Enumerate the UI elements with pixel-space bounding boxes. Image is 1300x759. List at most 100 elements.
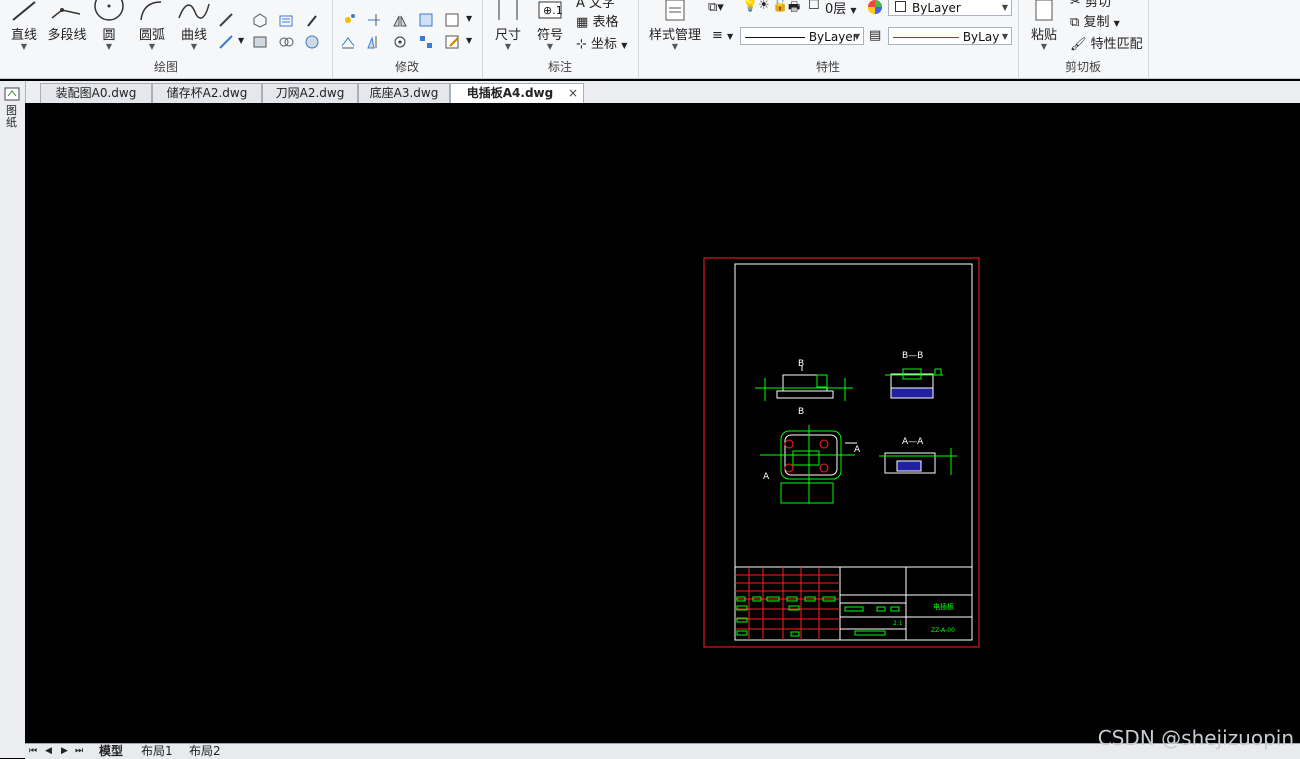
color-wheel-icon[interactable]: [867, 0, 883, 15]
paste-label: 粘贴: [1030, 28, 1057, 43]
section-label-aa: A—A: [902, 437, 924, 447]
title-part-code: ZZ-A-00: [931, 627, 955, 634]
section-mark-a-right: A: [854, 445, 861, 455]
layer-manager-icon[interactable]: ⧉▾: [708, 0, 724, 15]
mirror2-icon[interactable]: [392, 12, 408, 28]
lineweight-settings-icon[interactable]: ▤: [869, 28, 881, 43]
offset-icon[interactable]: [418, 12, 434, 28]
lightbulb-icon[interactable]: 💡: [742, 0, 758, 13]
tab-model[interactable]: 模型: [99, 744, 123, 758]
lineweight-select[interactable]: ByLay ▼: [888, 27, 1012, 45]
copy-icon: ⧉: [1070, 15, 1080, 30]
chevron-down-icon[interactable]: ▼: [238, 36, 244, 45]
lineweight-value: ByLay: [962, 30, 1000, 44]
chevron-down-icon: ▼: [850, 6, 857, 15]
svg-text:⊕.1: ⊕.1: [543, 4, 563, 17]
ray-icon[interactable]: [218, 12, 234, 28]
printer-icon: 🖶: [788, 0, 801, 15]
linetype-preview: [745, 37, 805, 38]
lineweight-preview: [893, 37, 959, 38]
layer-value: 0层: [825, 2, 847, 17]
trim-icon[interactable]: [366, 12, 382, 28]
edit-icon[interactable]: [444, 34, 460, 50]
paste-button[interactable]: 粘贴 ▼: [1026, 0, 1062, 51]
circle-button[interactable]: 圆 ▼: [92, 0, 126, 51]
polyline-button[interactable]: 多段线: [44, 0, 90, 43]
color-select[interactable]: ByLayer ▼: [888, 0, 1012, 16]
coords-button[interactable]: ⊹ 坐标 ▼: [576, 33, 627, 52]
copy-button[interactable]: ⧉ 复制 ▼: [1070, 11, 1120, 30]
layer-select[interactable]: 0层 ▼: [825, 0, 857, 17]
table-button[interactable]: ▦ 表格: [576, 11, 618, 30]
move-icon[interactable]: [340, 12, 356, 28]
style-manager-button[interactable]: 样式管理 ▼: [642, 0, 708, 51]
drawing-canvas[interactable]: B B B—B A A A—A 电插板 ZZ-A-00 2:1: [25, 103, 1300, 743]
front-view: [755, 366, 853, 401]
arc-button[interactable]: 圆弧 ▼: [132, 0, 172, 51]
tab-blade[interactable]: 刀网A2.dwg: [262, 83, 358, 103]
section-mark-b-bottom: B: [798, 407, 804, 417]
tab-layout2[interactable]: 布局2: [189, 744, 221, 758]
annotate-group: 尺寸 ▼ ⊕.1 符号 ▼ A 文字 ▦ 表格 ⊹ 坐标 ▼ 标注: [482, 0, 639, 78]
next-layout-button[interactable]: ▶: [61, 744, 68, 758]
chevron-down-icon[interactable]: ▼: [466, 14, 472, 23]
table-icon: ▦: [576, 15, 589, 30]
drawing-sheet-icon[interactable]: [4, 87, 20, 101]
tab-power-board[interactable]: 电插板A4.dwg ×: [450, 83, 584, 104]
tab-label: 储存杯A2.dwg: [166, 86, 248, 100]
lineweight-icon[interactable]: ≡ ▼: [712, 28, 733, 43]
chevron-down-icon: ▼: [1040, 42, 1048, 51]
match-properties-button[interactable]: 🖌 特性匹配: [1070, 33, 1143, 52]
mirror-icon[interactable]: [366, 34, 382, 50]
lock-icon: 🔓: [772, 0, 789, 13]
curve-icon: [178, 3, 210, 19]
annotate-group-label: 标注: [547, 60, 572, 74]
draw-group: 直线 ▼ 多段线 圆 ▼ 圆弧 ▼ 曲线 ▼ ▼ 绘图: [0, 0, 333, 78]
arc-icon: [140, 1, 162, 21]
point-icon[interactable]: [304, 12, 320, 28]
last-layout-button[interactable]: ⏭: [75, 744, 83, 758]
cut-button[interactable]: ✂ 剪切: [1070, 0, 1111, 10]
polygon-icon[interactable]: [252, 12, 268, 28]
symbol-button[interactable]: ⊕.1 符号 ▼: [532, 0, 568, 51]
chevron-down-icon[interactable]: ▼: [466, 36, 472, 45]
chevron-down-icon: ▼: [546, 42, 554, 51]
draw-group-label: 绘图: [153, 60, 178, 74]
table-label: 表格: [592, 15, 619, 30]
copy-object-icon[interactable]: [340, 34, 356, 50]
coords-label: 坐标: [591, 37, 618, 52]
section-mark-b-top: B: [798, 359, 804, 369]
clipboard-group: 粘贴 ▼ ✂ 剪切 ⧉ 复制 ▼ 🖌 特性匹配 剪切板: [1018, 0, 1149, 78]
tab-label: 刀网A2.dwg: [275, 86, 345, 100]
chevron-down-icon: ▼: [148, 42, 156, 51]
first-layout-button[interactable]: ⏮: [29, 744, 37, 758]
sheet-panel-label[interactable]: 图纸: [6, 105, 18, 129]
rotate-icon[interactable]: [392, 34, 408, 50]
curve-button[interactable]: 曲线 ▼: [174, 0, 214, 51]
properties-group: 样式管理 ▼ ⧉▾ 💡 ☀ 🔓 🖶 ☐ 0层 ▼ ByLayer ▼ ≡ ▼ By…: [638, 0, 1019, 78]
tab-cup[interactable]: 储存杯A2.dwg: [152, 83, 262, 103]
array-icon[interactable]: [418, 34, 434, 50]
tab-layout1[interactable]: 布局1: [141, 744, 173, 758]
close-icon[interactable]: ×: [568, 84, 578, 103]
polyline-icon: [51, 8, 81, 19]
wipeout-icon[interactable]: [304, 34, 320, 50]
circle-label: 圆: [102, 28, 116, 43]
tab-base[interactable]: 底座A3.dwg: [358, 83, 450, 103]
chevron-down-icon: ▼: [671, 42, 679, 51]
hatch-icon[interactable]: [278, 12, 294, 28]
region-icon[interactable]: [278, 34, 294, 50]
text-button[interactable]: A 文字: [576, 0, 615, 11]
dimension-button[interactable]: 尺寸 ▼: [490, 0, 526, 51]
explode-icon[interactable]: [444, 12, 460, 28]
line-button[interactable]: 直线 ▼: [6, 0, 42, 51]
tab-assembly[interactable]: 装配图A0.dwg: [40, 83, 152, 103]
linetype-select[interactable]: ByLayer ▼: [740, 27, 864, 45]
prev-layout-button[interactable]: ◀: [45, 744, 52, 758]
color-swatch-icon: ☐: [808, 0, 820, 13]
xline-icon[interactable]: [218, 34, 234, 50]
chevron-down-icon: ▼: [1001, 3, 1008, 12]
document-tabbar: 装配图A0.dwg 储存杯A2.dwg 刀网A2.dwg 底座A3.dwg 电插…: [0, 81, 1300, 104]
rectangle-icon[interactable]: [252, 34, 268, 50]
match-label: 特性匹配: [1090, 37, 1143, 52]
